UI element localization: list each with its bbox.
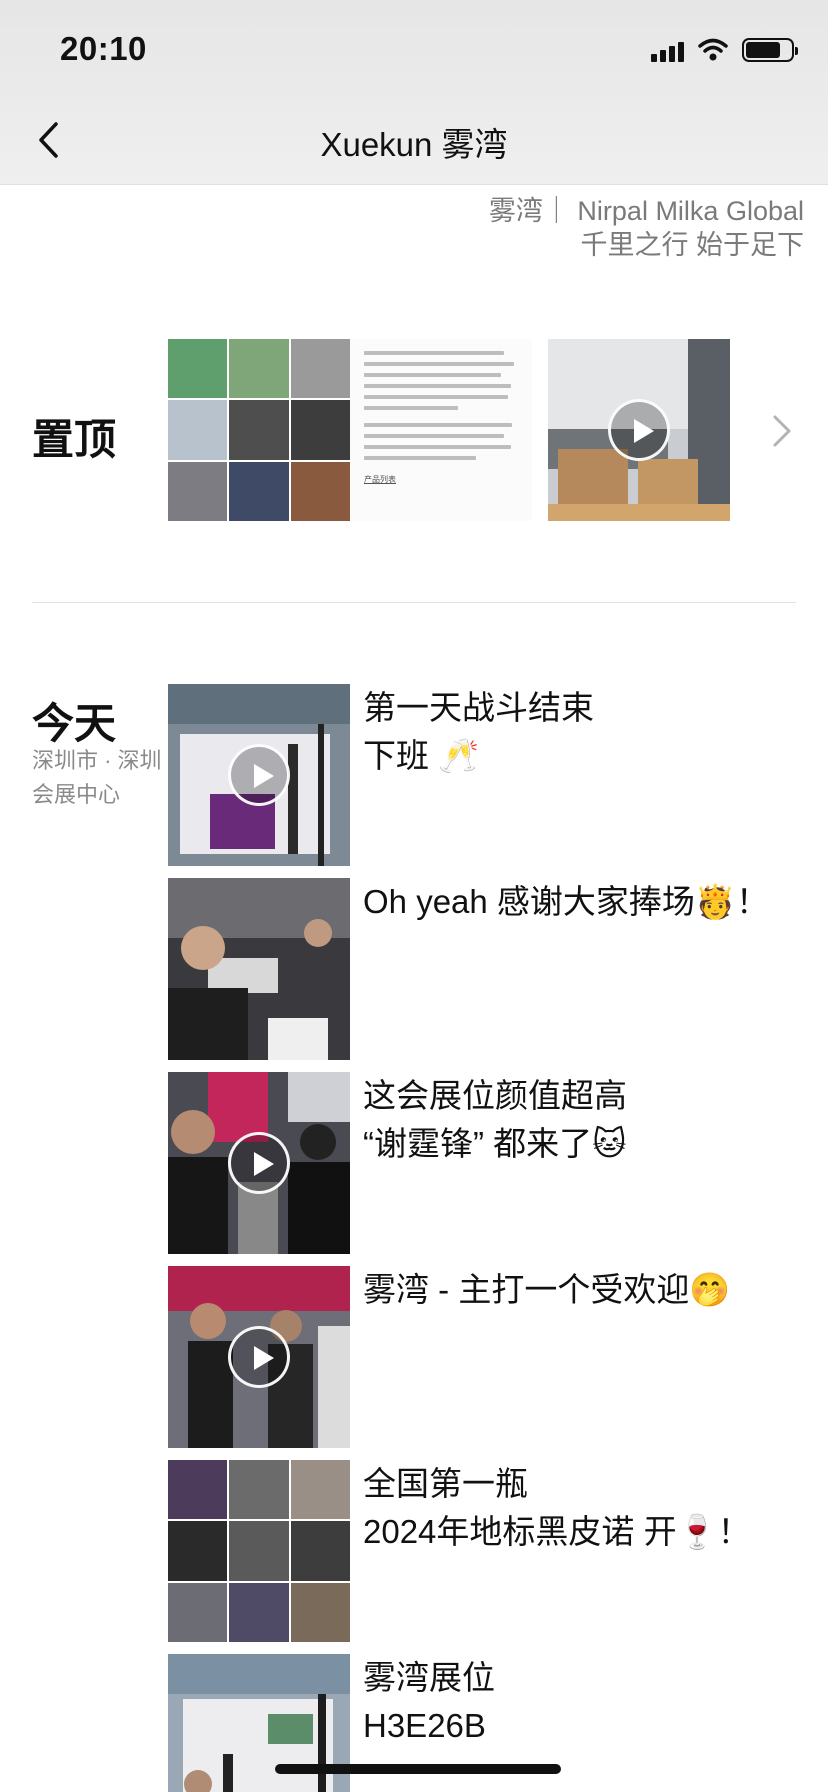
post-caption: 雾湾展位 H3E26B: [363, 1659, 495, 1744]
moment-post[interactable]: 全国第一瓶 2024年地标黑皮诺 开🍷！: [168, 1460, 798, 1642]
post-caption: 雾湾 - 主打一个受欢迎🤭: [363, 1271, 731, 1308]
play-icon: [228, 1326, 290, 1388]
post-caption: 这会展位颜值超高 “谢霆锋” 都来了🐱: [363, 1077, 627, 1162]
location-label: 深圳市 · 深圳会展中心: [32, 748, 162, 807]
play-icon: [608, 399, 670, 461]
date-label: 今天: [32, 700, 117, 747]
pinned-item-collage[interactable]: [168, 339, 350, 521]
chevron-right-icon[interactable]: [770, 414, 794, 448]
profile-signature: 雾湾｜ Nirpal Milka Global 千里之行 始于足下: [489, 194, 804, 262]
battery-icon: [742, 38, 798, 62]
post-thumbnail[interactable]: [168, 1266, 350, 1448]
pinned-item-article[interactable]: 产品列表: [350, 339, 532, 521]
play-icon: [228, 1132, 290, 1194]
moment-post[interactable]: 这会展位颜值超高 “谢霆锋” 都来了🐱: [168, 1072, 798, 1254]
pinned-item-video[interactable]: [548, 339, 730, 521]
signature-line: 雾湾｜ Nirpal Milka Global: [488, 196, 804, 226]
top-bar: 20:10 Xuekun 雾湾: [0, 0, 828, 185]
divider: [32, 602, 796, 603]
play-icon: [228, 744, 290, 806]
article-link: 产品列表: [364, 475, 396, 484]
post-thumbnail[interactable]: [168, 878, 350, 1060]
post-thumbnail[interactable]: [168, 684, 350, 866]
status-icons: [651, 36, 798, 64]
moment-post[interactable]: 雾湾 - 主打一个受欢迎🤭: [168, 1266, 798, 1448]
home-indicator: [275, 1764, 561, 1774]
post-thumbnail[interactable]: [168, 1460, 350, 1642]
signature-line: 千里之行 始于足下: [580, 230, 804, 260]
page-title: Xuekun 雾湾: [320, 126, 508, 163]
post-caption: Oh yeah 感谢大家捧场🫅！: [363, 883, 770, 920]
post-caption: 第一天战斗结束 下班 🥂: [363, 689, 594, 774]
wifi-icon: [698, 38, 728, 61]
moment-post[interactable]: 第一天战斗结束 下班 🥂: [168, 684, 798, 866]
moment-post[interactable]: Oh yeah 感谢大家捧场🫅！: [168, 878, 798, 1060]
status-time: 20:10: [60, 30, 147, 67]
post-caption: 全国第一瓶 2024年地标黑皮诺 开🍷！: [363, 1465, 751, 1550]
signal-icon: [651, 38, 684, 62]
pinned-label: 置顶: [32, 416, 117, 463]
post-thumbnail[interactable]: [168, 1072, 350, 1254]
